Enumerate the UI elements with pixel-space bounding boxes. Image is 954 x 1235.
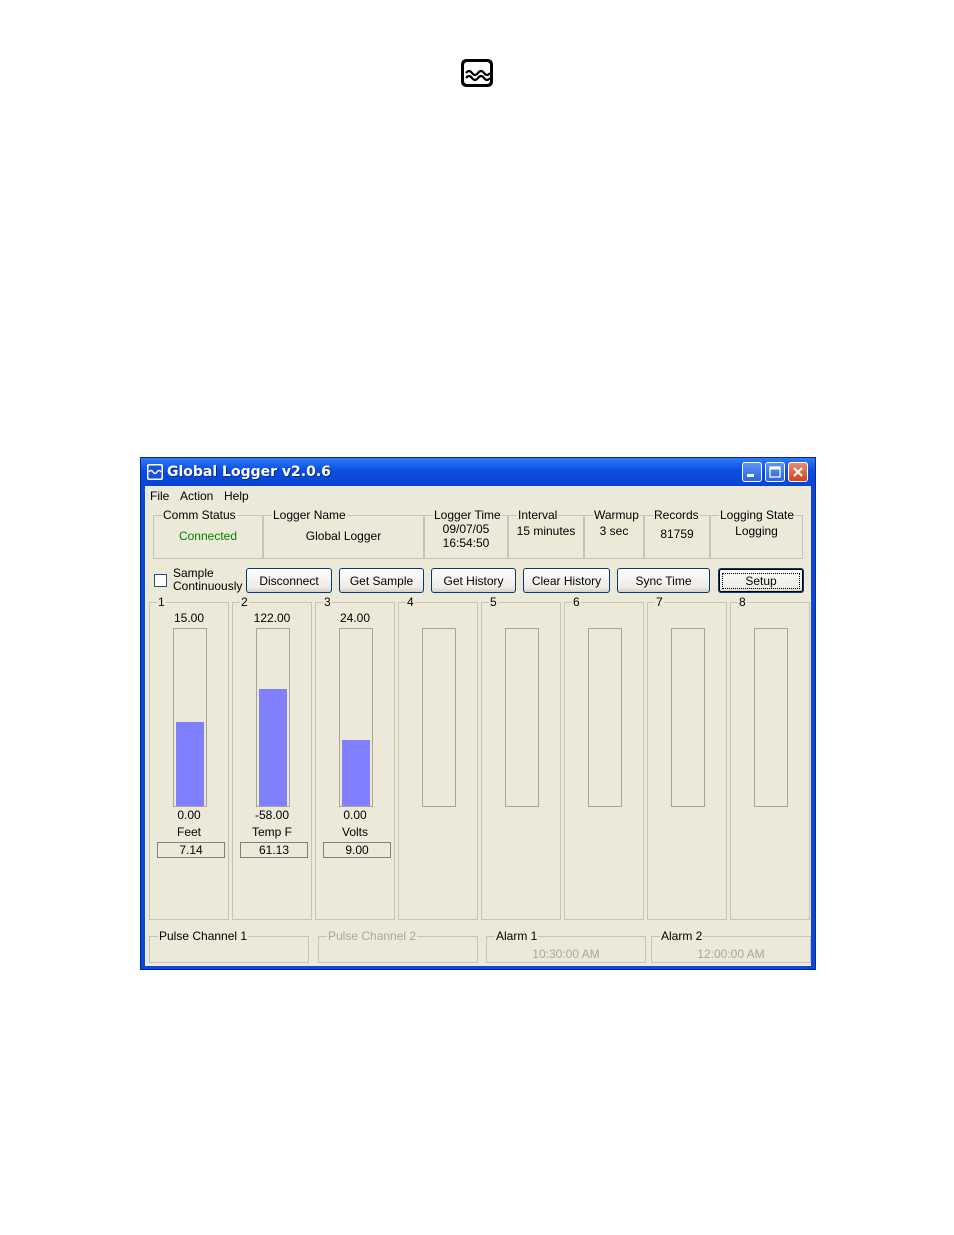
channel-gauge	[671, 628, 705, 807]
channel-max-value: 15.00	[173, 611, 205, 625]
window-title: Global Logger v2.0.6	[167, 464, 331, 480]
channel-number: 5	[489, 595, 498, 609]
comm-status-label: Comm Status	[162, 508, 237, 522]
menu-file[interactable]: File	[150, 489, 169, 503]
setup-button[interactable]: Setup	[718, 568, 804, 593]
logger-name-group: Logger Name Global Logger	[263, 508, 424, 559]
channel-gauge	[256, 628, 290, 807]
setup-button-label: Setup	[722, 572, 800, 589]
channel-number: 6	[572, 595, 581, 609]
channel-reading-field: 7.14	[157, 842, 225, 858]
pulse-channel-2-group: Pulse Channel 2	[318, 929, 478, 963]
channel-max-value: 24.00	[339, 611, 371, 625]
maximize-button[interactable]	[765, 462, 785, 482]
channel-number: 1	[157, 595, 166, 609]
menu-help[interactable]: Help	[224, 489, 249, 503]
channel-gauge-fill	[259, 689, 287, 806]
channel-number: 2	[240, 595, 249, 609]
channel-gauge	[422, 628, 456, 807]
channel-gauge	[754, 628, 788, 807]
channel-gauge	[173, 628, 207, 807]
channel-gauge	[339, 628, 373, 807]
sample-continuously-label-line2: Continuously	[173, 579, 243, 593]
pulse-channel-1-label: Pulse Channel 1	[158, 929, 249, 943]
sample-continuously-label[interactable]: Sample Continuously	[173, 567, 242, 593]
channel-panel-3: 3 24.00 0.00 Volts 9.00	[315, 595, 395, 920]
channel-gauge	[505, 628, 539, 807]
channel-panel-6: 6	[564, 595, 644, 920]
channel-panel-2: 2 122.00 -58.00 Temp F 61.13	[232, 595, 312, 920]
alarm-2-label: Alarm 2	[660, 929, 704, 943]
channel-unit-label: Temp F	[251, 825, 292, 839]
warmup-label: Warmup	[593, 508, 640, 522]
maximize-icon	[769, 466, 781, 478]
pulse-channel-1-group: Pulse Channel 1	[149, 929, 309, 963]
channel-panel-5: 5	[481, 595, 561, 920]
channel-panel-8: 8	[730, 595, 810, 920]
channel-number: 4	[406, 595, 415, 609]
logger-time-group: Logger Time 09/07/05 16:54:50	[424, 508, 508, 559]
channel-min-value: 0.00	[177, 808, 201, 822]
channel-reading-field: 9.00	[323, 842, 391, 858]
channel-gauge	[588, 628, 622, 807]
channel-gauge-fill	[176, 722, 204, 806]
alarm-1-group: Alarm 1 10:30:00 AM	[486, 929, 646, 963]
channel-reading-field: 61.13	[240, 842, 308, 858]
app-window: Global Logger v2.0.6 File Action Help Co…	[140, 457, 816, 970]
comm-status-group: Comm Status Connected	[153, 508, 263, 559]
alarm-1-label: Alarm 1	[495, 929, 539, 943]
logger-time-clock: 16:54:50	[442, 536, 490, 550]
records-group: Records 81759	[644, 508, 710, 559]
app-icon	[147, 464, 163, 480]
interval-label: Interval	[517, 508, 559, 522]
client-area: File Action Help Comm Status Connected L…	[145, 486, 811, 966]
sync-time-button[interactable]: Sync Time	[617, 568, 710, 593]
channel-panel-7: 7	[647, 595, 727, 920]
get-history-button[interactable]: Get History	[431, 568, 516, 593]
menu-bar: File Action Help	[145, 486, 811, 506]
alarm-1-value: 10:30:00 AM	[532, 947, 600, 961]
water-wave-logo-icon	[461, 59, 493, 87]
pulse-channel-2-label: Pulse Channel 2	[327, 929, 418, 943]
logging-state-value: Logging	[735, 524, 778, 538]
warmup-group: Warmup 3 sec	[584, 508, 644, 559]
menu-action[interactable]: Action	[180, 489, 213, 503]
minimize-icon	[747, 474, 754, 477]
channel-panel-4: 4	[398, 595, 478, 920]
interval-value: 15 minutes	[516, 524, 576, 538]
channel-number: 3	[323, 595, 332, 609]
logger-name-label: Logger Name	[272, 508, 347, 522]
channel-min-value: 0.00	[343, 808, 367, 822]
channel-min-value: -58.00	[254, 808, 290, 822]
channel-panel-1: 1 15.00 0.00 Feet 7.14	[149, 595, 229, 920]
channel-number: 8	[738, 595, 747, 609]
disconnect-button[interactable]: Disconnect	[246, 568, 332, 593]
logger-time-label: Logger Time	[433, 508, 502, 522]
warmup-value: 3 sec	[599, 524, 629, 538]
sample-continuously-checkbox[interactable]	[154, 574, 167, 587]
channel-max-value: 122.00	[253, 611, 291, 625]
title-bar[interactable]: Global Logger v2.0.6	[141, 458, 815, 486]
logging-state-label: Logging State	[719, 508, 796, 522]
channel-unit-label: Feet	[176, 825, 201, 839]
records-value: 81759	[660, 527, 694, 541]
clear-history-button[interactable]: Clear History	[523, 568, 610, 593]
comm-status-value: Connected	[178, 529, 238, 543]
interval-group: Interval 15 minutes	[508, 508, 584, 559]
logger-time-date: 09/07/05	[442, 522, 490, 536]
close-icon	[793, 467, 803, 477]
logger-name-value: Global Logger	[305, 529, 382, 543]
channel-number: 7	[655, 595, 664, 609]
channel-unit-label: Volts	[341, 825, 368, 839]
close-button[interactable]	[788, 462, 808, 482]
alarm-2-value: 12:00:00 AM	[697, 947, 765, 961]
alarm-2-group: Alarm 2 12:00:00 AM	[651, 929, 811, 963]
minimize-button[interactable]	[742, 462, 762, 482]
get-sample-button[interactable]: Get Sample	[339, 568, 424, 593]
logging-state-group: Logging State Logging	[710, 508, 803, 559]
records-label: Records	[653, 508, 700, 522]
channel-gauge-fill	[342, 740, 370, 806]
